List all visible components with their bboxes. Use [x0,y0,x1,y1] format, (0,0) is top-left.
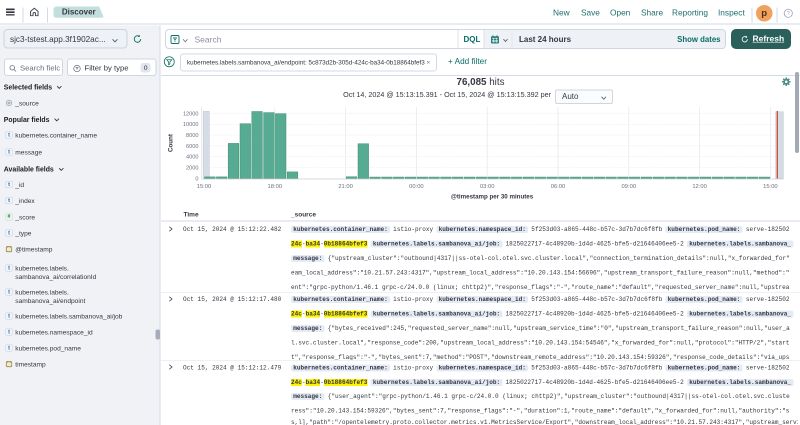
svg-text:15:00: 15:00 [197,184,212,190]
svg-text:10000: 10000 [183,122,199,128]
svg-text:15:00: 15:00 [763,184,778,190]
svg-text:21:00: 21:00 [338,184,353,190]
svg-text:12:00: 12:00 [692,184,707,190]
svg-text:2000: 2000 [186,166,198,172]
svg-text:@timestamp per 30 minutes: @timestamp per 30 minutes [451,193,534,200]
svg-text:12000: 12000 [183,111,199,117]
svg-text:03:00: 03:00 [480,184,495,190]
svg-text:?: ? [787,11,790,17]
svg-text:4000: 4000 [186,155,198,161]
svg-text:18:00: 18:00 [268,184,283,190]
svg-text:06:00: 06:00 [551,184,566,190]
svg-text:09:00: 09:00 [622,184,637,190]
svg-text:8000: 8000 [186,133,198,139]
svg-text:Count: Count [168,134,175,152]
svg-text:00:00: 00:00 [409,184,424,190]
svg-text:0: 0 [195,176,198,182]
svg-text:6000: 6000 [186,144,198,150]
